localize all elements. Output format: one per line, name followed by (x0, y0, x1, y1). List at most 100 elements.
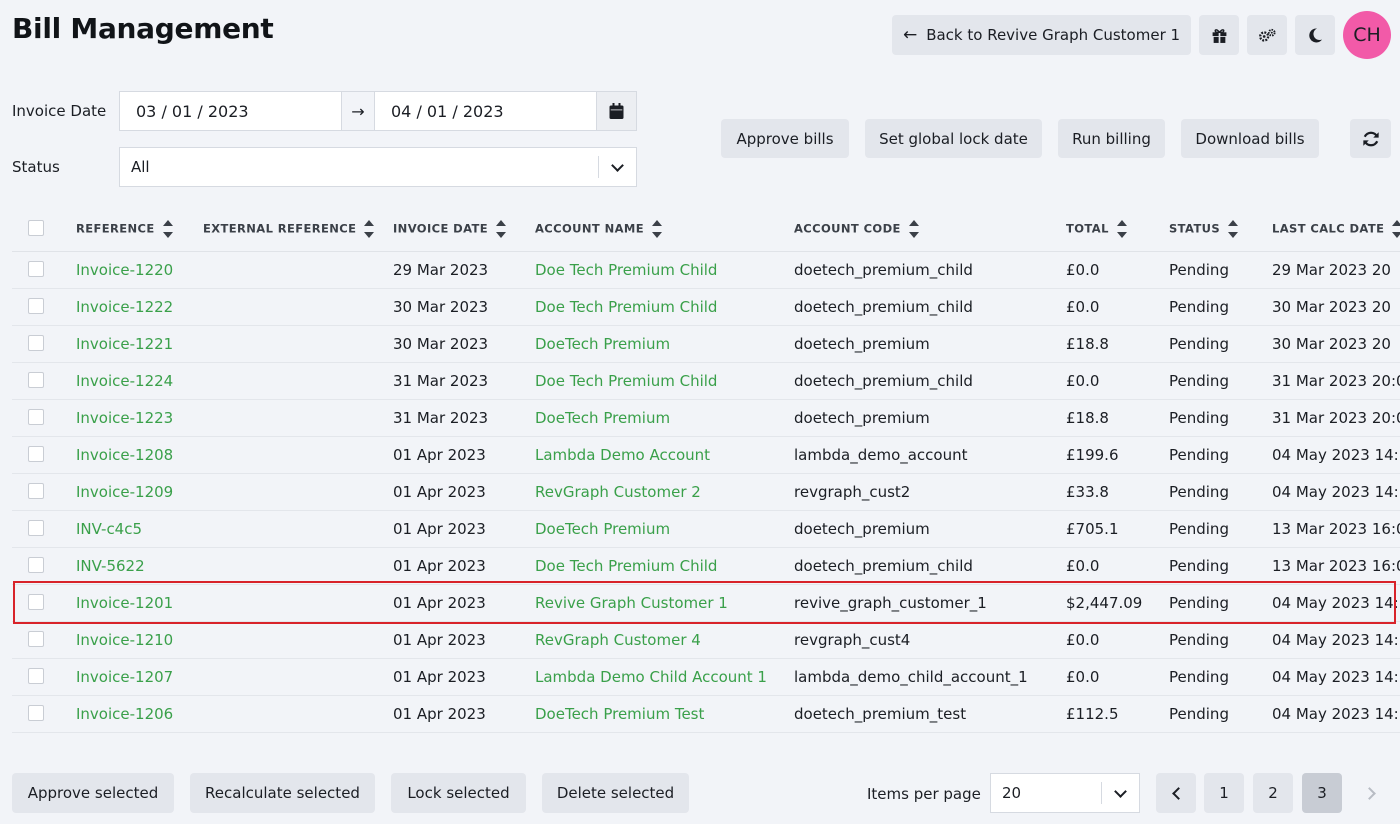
account-name-link[interactable]: DoeTech Premium Test (535, 705, 704, 723)
row-checkbox[interactable] (28, 667, 44, 684)
arrow-left-icon: ← (902, 25, 918, 45)
row-checkbox[interactable] (28, 408, 44, 425)
recalculate-selected-button[interactable]: Recalculate selected (190, 773, 375, 813)
next-page-button[interactable] (1351, 773, 1391, 813)
account-name-link[interactable]: DoeTech Premium (535, 409, 670, 427)
avatar[interactable]: CH (1343, 11, 1391, 59)
reference-link[interactable]: Invoice-1206 (76, 705, 173, 723)
account-name-link[interactable]: Doe Tech Premium Child (535, 372, 717, 390)
row-checkbox[interactable] (28, 704, 44, 721)
row-checkbox[interactable] (28, 260, 44, 277)
table-row[interactable]: Invoice-1208 01 Apr 2023 Lambda Demo Accou… (12, 436, 1400, 474)
reference-link[interactable]: Invoice-1210 (76, 631, 173, 649)
table-row[interactable]: Invoice-1222 30 Mar 2023 Doe Tech Premium … (12, 288, 1400, 326)
items-per-page-select[interactable]: 20 (990, 773, 1140, 813)
date-to-input[interactable]: 04 / 01 / 2023 (375, 92, 596, 130)
refresh-button[interactable] (1350, 119, 1391, 158)
table-row[interactable]: Invoice-1201 01 Apr 2023 Revive Graph Cust… (12, 584, 1400, 622)
column-header-status[interactable]: STATUS (1169, 208, 1272, 252)
page-2-button[interactable]: 2 (1253, 773, 1293, 813)
account-name-link[interactable]: RevGraph Customer 4 (535, 631, 701, 649)
table-row[interactable]: Invoice-1207 01 Apr 2023 Lambda Demo Child… (12, 658, 1400, 696)
reference-link[interactable]: INV-c4c5 (76, 520, 142, 538)
date-from-input[interactable]: 03 / 01 / 2023 (120, 92, 341, 130)
column-header-last-calc-date[interactable]: LAST CALC DATE (1272, 208, 1400, 252)
reference-link[interactable]: INV-5622 (76, 557, 145, 575)
reference-link[interactable]: Invoice-1207 (76, 668, 173, 686)
account-name-link[interactable]: DoeTech Premium (535, 520, 670, 538)
account-name-link[interactable]: Doe Tech Premium Child (535, 298, 717, 316)
column-header-reference[interactable]: REFERENCE (76, 208, 203, 252)
reference-link[interactable]: Invoice-1220 (76, 261, 173, 279)
table-row[interactable]: Invoice-1223 31 Mar 2023 DoeTech Premium do… (12, 399, 1400, 437)
invoice-date-label: Invoice Date (12, 102, 107, 120)
approve-selected-button[interactable]: Approve selected (12, 773, 174, 813)
table-row[interactable]: Invoice-1221 30 Mar 2023 DoeTech Premium do… (12, 325, 1400, 363)
row-checkbox[interactable] (28, 593, 44, 610)
table-row[interactable]: Invoice-1220 29 Mar 2023 Doe Tech Premium … (12, 251, 1400, 289)
account-name-link[interactable]: Lambda Demo Child Account 1 (535, 668, 767, 686)
invoice-date-cell: 01 Apr 2023 (393, 519, 486, 538)
page-1-button[interactable]: 1 (1204, 773, 1244, 813)
table-row[interactable]: INV-5622 01 Apr 2023 Doe Tech Premium Chil… (12, 547, 1400, 585)
column-header-total[interactable]: TOTAL (1066, 208, 1169, 252)
reference-link[interactable]: Invoice-1222 (76, 298, 173, 316)
table-row[interactable]: Invoice-1210 01 Apr 2023 RevGraph Customer… (12, 621, 1400, 659)
page-3-button[interactable]: 3 (1302, 773, 1342, 813)
row-checkbox[interactable] (28, 445, 44, 462)
last-calc-date-cell: 04 May 2023 14: (1272, 445, 1399, 464)
account-name-link[interactable]: RevGraph Customer 2 (535, 483, 701, 501)
table-row[interactable]: Invoice-1224 31 Mar 2023 Doe Tech Premium … (12, 362, 1400, 400)
chevron-down-icon (599, 148, 636, 186)
approve-bills-button[interactable]: Approve bills (721, 119, 849, 158)
column-header-account-name[interactable]: ACCOUNT NAME (535, 208, 794, 252)
account-name-link[interactable]: Lambda Demo Account (535, 446, 710, 464)
run-billing-button[interactable]: Run billing (1058, 119, 1165, 158)
reference-link[interactable]: Invoice-1201 (76, 594, 173, 612)
select-all-checkbox[interactable] (28, 219, 44, 236)
account-name-link[interactable]: Doe Tech Premium Child (535, 557, 717, 575)
row-checkbox[interactable] (28, 556, 44, 573)
status-cell: Pending (1169, 519, 1229, 538)
row-checkbox[interactable] (28, 334, 44, 351)
reference-link[interactable]: Invoice-1221 (76, 335, 173, 353)
reference-link[interactable]: Invoice-1224 (76, 372, 173, 390)
gears-icon (1258, 28, 1276, 42)
row-checkbox[interactable] (28, 519, 44, 536)
last-calc-date-cell: 04 May 2023 14: (1272, 482, 1399, 501)
row-checkbox[interactable] (28, 630, 44, 647)
column-header-invoice-date[interactable]: INVOICE DATE (393, 208, 535, 252)
reference-link[interactable]: Invoice-1208 (76, 446, 173, 464)
theme-toggle-button[interactable] (1295, 15, 1335, 55)
table-row[interactable]: Invoice-1206 01 Apr 2023 DoeTech Premium T… (12, 695, 1400, 733)
set-global-lock-date-button[interactable]: Set global lock date (865, 119, 1042, 158)
back-button[interactable]: ← Back to Revive Graph Customer 1 (892, 15, 1191, 55)
bills-table: REFERENCE EXTERNAL REFERENCE INVOICE DAT… (12, 208, 1400, 733)
invoice-date-cell: 01 Apr 2023 (393, 593, 486, 612)
settings-button[interactable] (1247, 15, 1287, 55)
account-name-link[interactable]: Revive Graph Customer 1 (535, 594, 728, 612)
prev-page-button[interactable] (1156, 773, 1196, 813)
download-bills-button[interactable]: Download bills (1181, 119, 1319, 158)
row-checkbox[interactable] (28, 371, 44, 388)
account-name-link[interactable]: DoeTech Premium (535, 335, 670, 353)
gift-button[interactable] (1199, 15, 1239, 55)
status-select[interactable]: All (119, 147, 637, 187)
reference-link[interactable]: Invoice-1223 (76, 409, 173, 427)
table-row[interactable]: Invoice-1209 01 Apr 2023 RevGraph Customer… (12, 473, 1400, 511)
account-name-link[interactable]: Doe Tech Premium Child (535, 261, 717, 279)
lock-selected-button[interactable]: Lock selected (391, 773, 526, 813)
calendar-button[interactable] (597, 92, 636, 130)
reference-link[interactable]: Invoice-1209 (76, 483, 173, 501)
table-row[interactable]: INV-c4c5 01 Apr 2023 DoeTech Premium doetec… (12, 510, 1400, 548)
column-header-external-reference[interactable]: EXTERNAL REFERENCE (203, 208, 393, 252)
column-header-account-code[interactable]: ACCOUNT CODE (794, 208, 1066, 252)
row-checkbox[interactable] (28, 482, 44, 499)
delete-selected-button[interactable]: Delete selected (542, 773, 689, 813)
invoice-date-cell: 01 Apr 2023 (393, 445, 486, 464)
row-checkbox[interactable] (28, 297, 44, 314)
table-header-row: REFERENCE EXTERNAL REFERENCE INVOICE DAT… (12, 208, 1400, 252)
total-cell: £705.1 (1066, 519, 1119, 538)
items-per-page-label: Items per page (867, 785, 981, 803)
total-cell: £33.8 (1066, 482, 1109, 501)
